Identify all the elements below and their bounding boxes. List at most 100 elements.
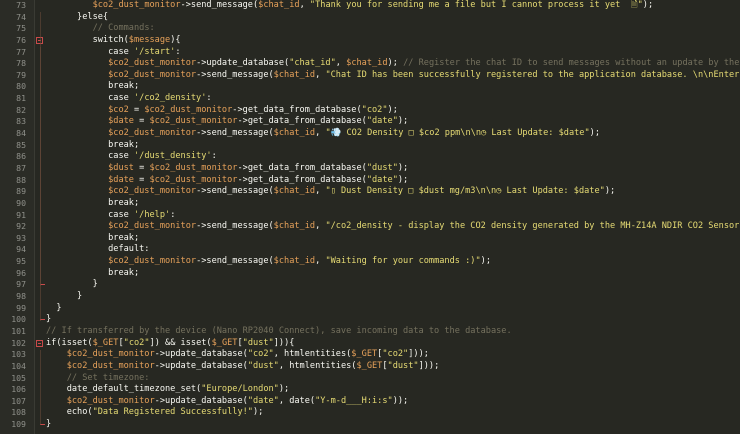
code-line[interactable]: 96 break; bbox=[0, 268, 740, 280]
line-number: 97 bbox=[16, 279, 26, 290]
code-token: break; bbox=[108, 81, 140, 92]
line-number: 79 bbox=[16, 69, 26, 80]
code-token: $date bbox=[108, 174, 134, 185]
code-token: $_GET bbox=[356, 360, 383, 371]
code-line[interactable]: 102 if(isset($_GET["co2"]) && isset($_GET… bbox=[0, 338, 740, 350]
code-text: date_default_timezone_set("Europe/London… bbox=[46, 384, 290, 396]
code-token: "Europe/London" bbox=[201, 384, 279, 395]
code-line[interactable]: 80 break; bbox=[0, 81, 740, 93]
code-token: $chat_id bbox=[273, 128, 316, 139]
code-line[interactable]: 87 $dust = $co2_dust_monitor->get_data_f… bbox=[0, 163, 740, 175]
code-token: "Y-m-d___H:i:s" bbox=[315, 395, 393, 406]
code-token: "💨 CO2 Density □ $co2 ppm\n\n◷ Last Upda… bbox=[325, 128, 590, 139]
code-token: "date" bbox=[366, 174, 398, 185]
code-token: ); bbox=[387, 104, 398, 115]
code-line[interactable]: 89 $co2_dust_monitor->send_message($chat… bbox=[0, 186, 740, 198]
code-text: break; bbox=[46, 233, 139, 245]
code-line[interactable]: 86 case '/dust_density': bbox=[0, 151, 740, 163]
line-number: 105 bbox=[11, 372, 26, 383]
code-line[interactable]: 92 $co2_dust_monitor->send_message($chat… bbox=[0, 221, 740, 233]
code-token: if(isset( bbox=[46, 337, 93, 348]
line-number: 99 bbox=[16, 302, 26, 313]
code-token: "co2" bbox=[382, 349, 409, 360]
code-text: $date = $co2_dust_monitor->get_data_from… bbox=[46, 116, 408, 128]
code-line[interactable]: 85 break; bbox=[0, 140, 740, 152]
code-token: ); bbox=[604, 186, 616, 197]
code-line[interactable]: 82 $co2 = $co2_dust_monitor->get_data_fr… bbox=[0, 105, 740, 117]
code-token: , date( bbox=[278, 395, 316, 406]
code-line[interactable]: 106 date_default_timezone_set("Europe/Lo… bbox=[0, 384, 740, 396]
code-text: break; bbox=[46, 140, 139, 152]
line-number: 107 bbox=[11, 395, 26, 406]
code-token: "Data Registered Successfully!" bbox=[92, 407, 253, 418]
code-text: $co2_dust_monitor->send_message($chat_id… bbox=[46, 221, 740, 233]
code-token: echo( bbox=[66, 407, 93, 418]
code-line[interactable]: 94 default: bbox=[0, 244, 740, 256]
line-number: 108 bbox=[11, 407, 26, 418]
code-line[interactable]: 84 $co2_dust_monitor->send_message($chat… bbox=[0, 128, 740, 140]
code-line[interactable]: 105 // Set timezone: bbox=[0, 373, 740, 385]
line-number: 75 bbox=[16, 23, 26, 34]
code-line[interactable]: 77 case '/start': bbox=[0, 47, 740, 59]
code-line[interactable]: 100} bbox=[0, 314, 740, 326]
code-text: case '/help': bbox=[46, 210, 175, 222]
code-token: ); bbox=[397, 116, 409, 127]
code-token: , bbox=[315, 256, 326, 267]
code-line[interactable]: 79 $co2_dust_monitor->send_message($chat… bbox=[0, 70, 740, 82]
code-line[interactable]: 91 case '/help': bbox=[0, 210, 740, 222]
code-line[interactable]: 90 break; bbox=[0, 198, 740, 210]
code-line[interactable]: 81 case '/co2_density': bbox=[0, 93, 740, 105]
code-text: // Commands: bbox=[46, 23, 155, 35]
fold-toggle-icon[interactable] bbox=[36, 339, 43, 347]
code-token: case bbox=[108, 93, 134, 104]
code-line[interactable]: 78 $co2_dust_monitor->update_database("c… bbox=[0, 58, 740, 70]
code-token: break; bbox=[108, 267, 140, 278]
code-token: $co2_dust_monitor bbox=[92, 0, 181, 10]
code-token: "dust" bbox=[242, 337, 274, 348]
code-area[interactable]: 73 $co2_dust_monitor->send_message($chat… bbox=[0, 0, 740, 431]
code-line[interactable]: 101 // If transferred by the device (Nano… bbox=[0, 326, 740, 338]
line-number: 81 bbox=[16, 93, 26, 104]
code-token: $_GET bbox=[351, 349, 378, 360]
code-token: = bbox=[133, 174, 150, 185]
line-number: 95 bbox=[16, 256, 26, 267]
code-line[interactable]: 75 // Commands: bbox=[0, 23, 740, 35]
code-token: ); bbox=[480, 256, 492, 267]
code-line[interactable]: 107 $co2_dust_monitor->update_database("… bbox=[0, 396, 740, 408]
code-token: $co2_dust_monitor bbox=[149, 162, 238, 173]
code-line[interactable]: 88 $date = $co2_dust_monitor->get_data_f… bbox=[0, 175, 740, 187]
code-line[interactable]: 95 $co2_dust_monitor->send_message($chat… bbox=[0, 256, 740, 268]
code-token: "dust" bbox=[366, 162, 398, 173]
code-token: } bbox=[56, 302, 62, 313]
fold-guide bbox=[40, 349, 41, 426]
line-number: 73 bbox=[16, 0, 26, 10]
code-text: } bbox=[46, 291, 82, 303]
code-token: "/co2_density - display the CO2 density … bbox=[325, 221, 740, 232]
code-line[interactable]: 76 switch($message){ bbox=[0, 35, 740, 47]
code-token: ->send_message( bbox=[196, 256, 274, 267]
code-line[interactable]: 108 echo("Data Registered Successfully!"… bbox=[0, 407, 740, 419]
code-token: , bbox=[315, 186, 326, 197]
code-line[interactable]: 103 $co2_dust_monitor->update_database("… bbox=[0, 349, 740, 361]
code-text: $co2_dust_monitor->update_database("co2"… bbox=[46, 349, 429, 361]
code-token: , bbox=[315, 221, 326, 232]
code-text: } bbox=[46, 302, 62, 315]
code-line[interactable]: 98 } bbox=[0, 291, 740, 303]
code-line[interactable]: 73 $co2_dust_monitor->send_message($chat… bbox=[0, 0, 740, 12]
code-line[interactable]: 74 }else{ bbox=[0, 12, 740, 24]
code-text: if(isset($_GET["co2"]) && isset($_GET["d… bbox=[46, 338, 294, 350]
code-editor[interactable]: 73 $co2_dust_monitor->send_message($chat… bbox=[0, 0, 740, 434]
code-line[interactable]: 83 $date = $co2_dust_monitor->get_data_f… bbox=[0, 116, 740, 128]
code-token: $chat_id bbox=[346, 58, 388, 69]
code-line[interactable]: 99 } bbox=[0, 303, 740, 315]
code-line[interactable]: 97 } bbox=[0, 279, 740, 291]
code-line[interactable]: 109} bbox=[0, 419, 740, 431]
code-token: "Chat ID has been successfully registere… bbox=[325, 69, 740, 80]
code-line[interactable]: 104 $co2_dust_monitor->update_database("… bbox=[0, 361, 740, 373]
code-line[interactable]: 93 break; bbox=[0, 233, 740, 245]
code-token: )); bbox=[392, 395, 409, 406]
